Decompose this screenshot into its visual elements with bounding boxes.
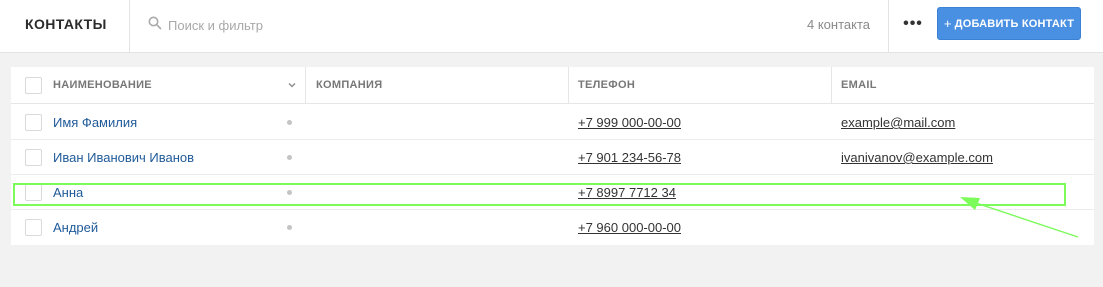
contact-name[interactable]: Иван Иванович Иванов — [53, 140, 194, 175]
contact-phone[interactable]: +7 960 000-00-00 — [578, 210, 681, 245]
table-row[interactable]: Анна +7 8997 7712 34 — [11, 175, 1094, 210]
search-input[interactable] — [168, 15, 468, 35]
table-header: НАИМЕНОВАНИЕ КОМПАНИЯ ТЕЛЕФОН EMAIL — [11, 67, 1094, 104]
column-divider — [305, 67, 306, 104]
column-divider — [568, 67, 569, 104]
contact-name[interactable]: Анна — [53, 175, 83, 210]
plus-icon: + — [943, 16, 952, 31]
top-bar: КОНТАКТЫ 4 контакта ••• + ДОБАВИТЬ КОНТА… — [0, 0, 1103, 53]
row-checkbox[interactable] — [25, 114, 42, 131]
add-contact-button[interactable]: + ДОБАВИТЬ КОНТАКТ — [937, 7, 1081, 40]
more-icon[interactable]: ••• — [898, 10, 928, 38]
column-header-name[interactable]: НАИМЕНОВАНИЕ — [53, 67, 152, 104]
row-checkbox[interactable] — [25, 149, 42, 166]
page-title: КОНТАКТЫ — [25, 16, 107, 32]
table-row[interactable]: Андрей +7 960 000-00-00 — [11, 210, 1094, 245]
chevron-down-icon[interactable] — [287, 80, 297, 90]
contact-email[interactable]: ivanivanov@example.com — [841, 140, 993, 175]
contact-count: 4 контакта — [807, 17, 870, 32]
column-header-company[interactable]: КОМПАНИЯ — [316, 67, 382, 104]
contact-phone[interactable]: +7 999 000-00-00 — [578, 105, 681, 140]
divider — [888, 0, 889, 53]
table-row[interactable]: Имя Фамилия +7 999 000-00-00 example@mai… — [11, 105, 1094, 140]
company-empty-dot — [287, 155, 292, 160]
column-divider — [831, 67, 832, 104]
add-contact-label: ДОБАВИТЬ КОНТАКТ — [954, 17, 1075, 30]
row-checkbox[interactable] — [25, 184, 42, 201]
contact-phone[interactable]: +7 8997 7712 34 — [578, 175, 676, 210]
row-checkbox[interactable] — [25, 219, 42, 236]
contact-phone[interactable]: +7 901 234-56-78 — [578, 140, 681, 175]
search-icon — [148, 16, 162, 30]
divider — [129, 0, 130, 53]
column-header-email[interactable]: EMAIL — [841, 67, 877, 104]
column-header-phone[interactable]: ТЕЛЕФОН — [578, 67, 635, 104]
company-empty-dot — [287, 190, 292, 195]
table-row[interactable]: Иван Иванович Иванов +7 901 234-56-78 iv… — [11, 140, 1094, 175]
contact-email[interactable]: example@mail.com — [841, 105, 955, 140]
company-empty-dot — [287, 225, 292, 230]
select-all-checkbox[interactable] — [25, 77, 42, 94]
contact-name[interactable]: Имя Фамилия — [53, 105, 137, 140]
contacts-table: НАИМЕНОВАНИЕ КОМПАНИЯ ТЕЛЕФОН EMAIL Имя … — [11, 67, 1094, 245]
company-empty-dot — [287, 120, 292, 125]
contact-name[interactable]: Андрей — [53, 210, 98, 245]
